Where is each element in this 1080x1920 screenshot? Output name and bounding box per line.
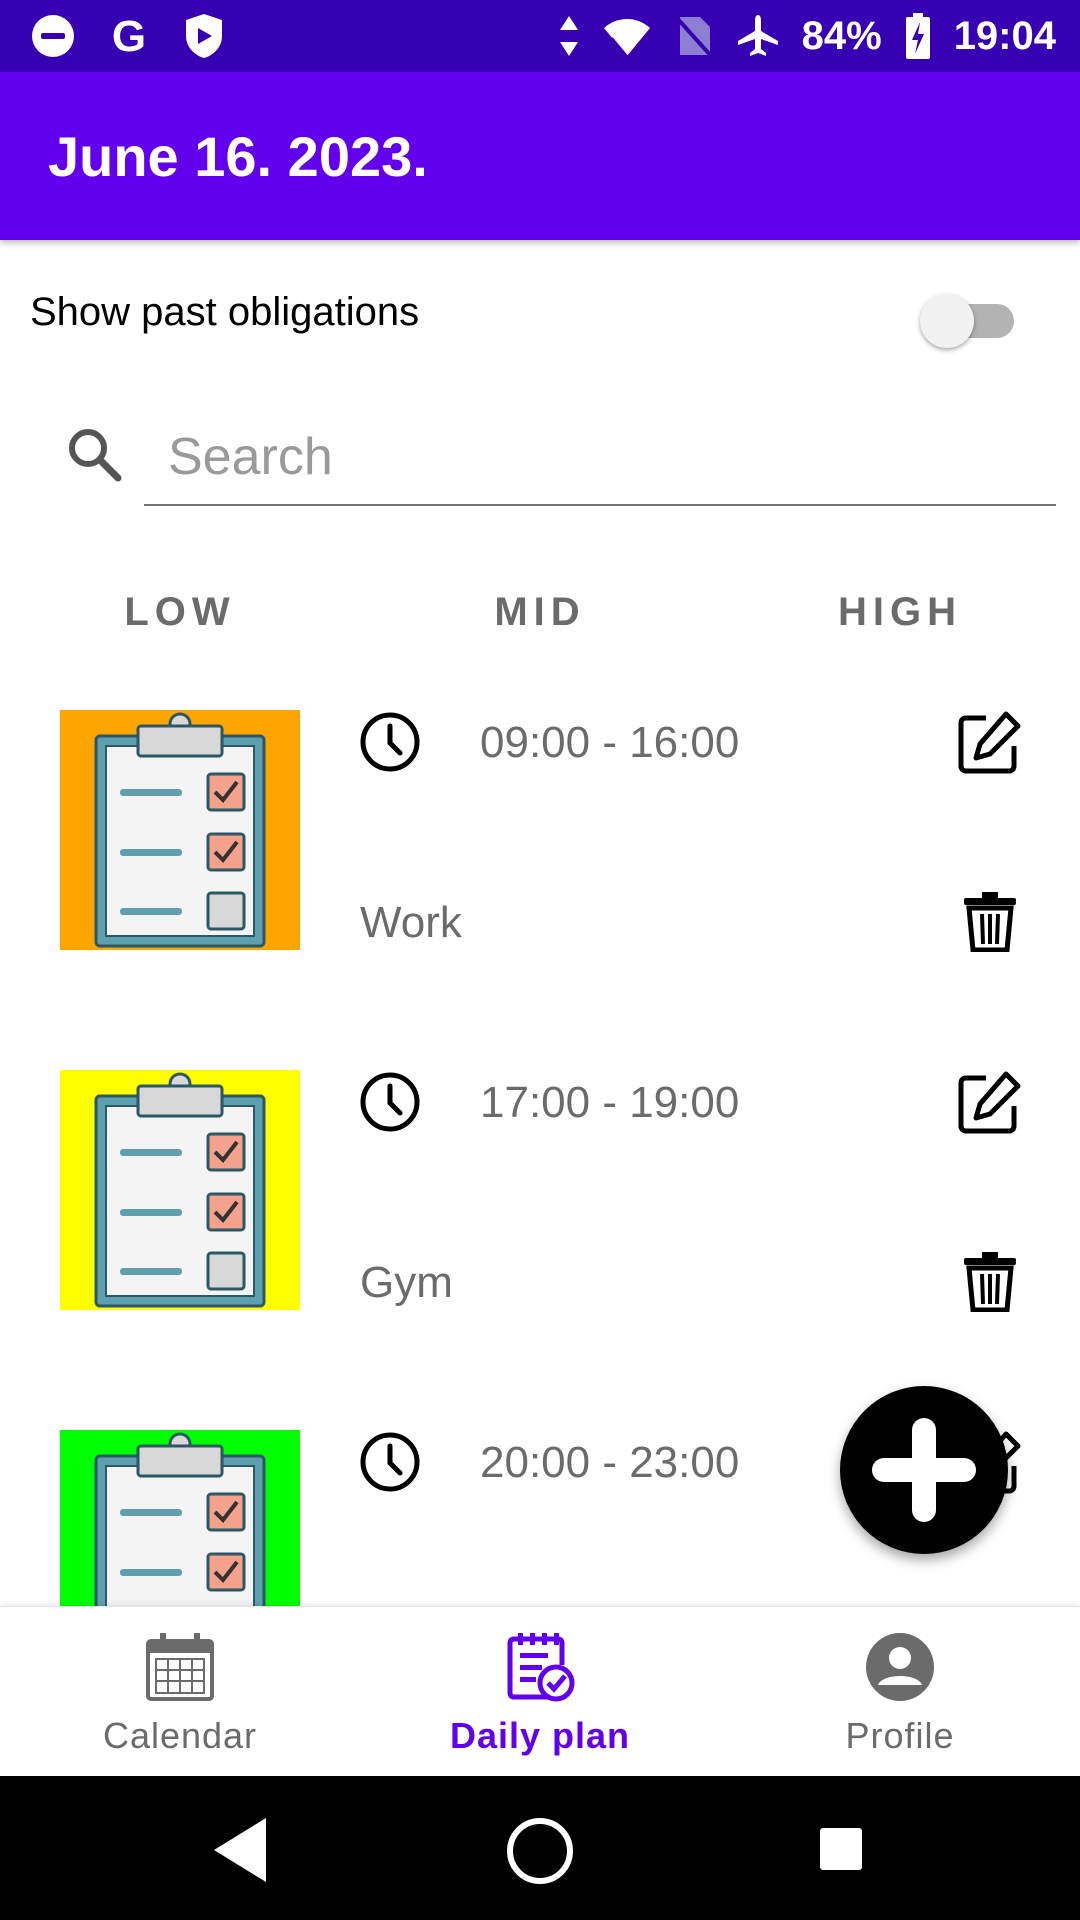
svg-text:G: G [112, 13, 146, 59]
clipboard-checklist-icon [60, 710, 300, 950]
clock-time: 19:04 [953, 13, 1056, 58]
show-past-label: Show past obligations [30, 290, 420, 334]
home-icon[interactable] [505, 1816, 575, 1886]
airplane-icon [737, 15, 778, 56]
list-item[interactable]: 17:00 - 19:00 Gym [0, 1070, 1080, 1370]
edit-icon[interactable] [956, 1070, 1022, 1136]
add-obligation-button[interactable] [840, 1386, 1008, 1554]
tab-high[interactable]: HIGH [780, 590, 1020, 635]
calendar-icon [146, 1633, 214, 1701]
clipboard-checklist-icon [60, 1070, 300, 1310]
trash-icon[interactable] [962, 890, 1018, 952]
recents-icon[interactable] [818, 1826, 864, 1872]
daily-plan-icon [507, 1633, 575, 1702]
search-icon[interactable] [64, 424, 124, 484]
battery-charging-icon [905, 13, 930, 59]
tab-mid[interactable]: MID [420, 590, 660, 635]
no-sim-icon [674, 15, 714, 59]
app-bar: June 16. 2023. [0, 72, 1080, 240]
search-input[interactable] [144, 410, 1056, 506]
page-title: June 16. 2023. [48, 125, 428, 188]
show-past-switch[interactable] [920, 292, 1016, 348]
bottom-navigation: Calendar Daily plan Profile [0, 1606, 1080, 1776]
profile-icon [866, 1633, 934, 1701]
nav-profile[interactable]: Profile [720, 1607, 1080, 1777]
plus-icon [872, 1418, 976, 1522]
nav-label: Profile [845, 1715, 955, 1756]
priority-tabs: LOW MID HIGH [0, 580, 1080, 650]
clipboard-checklist-icon [60, 1430, 300, 1606]
google-icon: G [112, 13, 146, 59]
obligation-name: Work [360, 898, 462, 947]
shield-icon [186, 14, 222, 58]
nav-label: Daily plan [449, 1715, 631, 1756]
battery-percent: 84% [801, 13, 882, 58]
nav-daily-plan[interactable]: Daily plan [360, 1607, 720, 1777]
nav-calendar[interactable]: Calendar [0, 1607, 360, 1777]
clock-icon [360, 712, 420, 772]
system-navigation-bar [0, 1776, 1080, 1920]
search-bar [0, 400, 1080, 530]
time-range: 20:00 - 23:00 [480, 1438, 740, 1487]
time-range: 17:00 - 19:00 [480, 1078, 740, 1127]
show-past-row: Show past obligations [0, 270, 1080, 360]
back-icon[interactable] [210, 1814, 274, 1886]
edit-icon[interactable] [956, 710, 1022, 776]
list-item[interactable]: 09:00 - 16:00 Work [0, 710, 1080, 1010]
clock-icon [360, 1432, 420, 1492]
tab-low[interactable]: LOW [60, 590, 300, 635]
clock-icon [360, 1072, 420, 1132]
wifi-icon [603, 19, 650, 57]
switch-thumb [920, 294, 974, 348]
status-bar: G 84% 19:04 [0, 0, 1080, 72]
dnd-icon [32, 15, 74, 57]
obligation-name: Gym [360, 1258, 453, 1307]
nav-label: Calendar [102, 1715, 258, 1756]
trash-icon[interactable] [962, 1250, 1018, 1312]
data-arrows-icon [559, 16, 578, 56]
time-range: 09:00 - 16:00 [480, 718, 740, 767]
